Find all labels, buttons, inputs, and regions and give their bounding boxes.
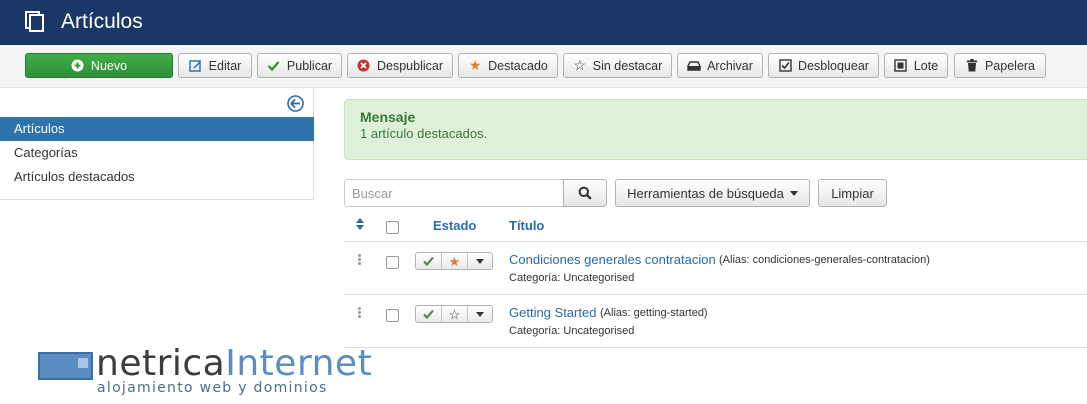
title-column-header[interactable]: Título	[509, 218, 544, 233]
publish-button[interactable]: Publicar	[257, 53, 342, 78]
new-button-label: Nuevo	[90, 58, 128, 73]
published-toggle[interactable]	[416, 253, 442, 269]
featured-button-label: Destacado	[488, 58, 548, 73]
row-checkbox[interactable]	[386, 256, 399, 269]
batch-button-label: Lote	[913, 58, 939, 73]
status-button-group: ★	[415, 252, 493, 270]
search-input[interactable]	[344, 179, 564, 207]
article-alias: (Alias: getting-started)	[600, 307, 708, 319]
logo-wordmark: netricaInternet	[96, 343, 373, 384]
star-icon: ★	[448, 253, 461, 269]
trash-button-label: Papelera	[984, 58, 1036, 73]
sidebar-item-categories[interactable]: Categorías	[0, 141, 314, 165]
unfeatured-button-label: Sin destacar	[592, 58, 663, 73]
toolbar: Nuevo Editar Publicar Despublicar ★ Dest…	[0, 45, 1087, 88]
archive-button[interactable]: Archivar	[677, 53, 763, 78]
message-heading: Mensaje	[360, 109, 416, 125]
edit-button[interactable]: Editar	[178, 53, 252, 78]
edit-icon	[189, 59, 203, 73]
featured-toggle[interactable]: ★	[442, 253, 468, 269]
clear-button[interactable]: Limpiar	[818, 179, 887, 207]
table-header: Estado Título	[344, 210, 1087, 242]
check-icon	[423, 309, 434, 319]
clear-button-label: Limpiar	[831, 185, 874, 201]
caret-down-icon	[476, 258, 484, 264]
page-title: Artículos	[61, 10, 143, 33]
search-tools-label: Herramientas de búsqueda	[627, 185, 784, 201]
logo-mark-accent	[78, 358, 88, 368]
article-category: Categoría: Uncategorised	[509, 325, 635, 337]
batch-button[interactable]: Lote	[884, 53, 948, 78]
trash-button[interactable]: Papelera	[954, 53, 1046, 78]
unfeatured-button[interactable]: ☆ Sin destacar	[563, 53, 672, 78]
archive-button-label: Archivar	[707, 58, 753, 73]
status-dropdown[interactable]	[468, 253, 492, 269]
article-category: Categoría: Uncategorised	[509, 272, 635, 284]
cancel-circle-icon	[357, 59, 371, 73]
check-icon	[423, 256, 434, 266]
table-row: ★ Condiciones generales contratacion (Al…	[344, 242, 1087, 295]
article-alias: (Alias: condiciones-generales-contrataci…	[719, 254, 930, 266]
caret-down-icon	[789, 190, 798, 196]
app-header: Artículos	[0, 0, 1087, 45]
unlock-button[interactable]: Desbloquear	[768, 53, 879, 78]
status-button-group: ☆	[415, 305, 493, 323]
search-button[interactable]	[563, 179, 607, 207]
netrica-logo: netricaInternet alojamiento web y domini…	[38, 343, 378, 400]
sidebar-item-articles[interactable]: Artículos	[0, 117, 314, 141]
edit-button-label: Editar	[208, 58, 242, 73]
article-title-link[interactable]: Condiciones generales contratacion	[509, 252, 716, 267]
archive-icon	[687, 59, 701, 73]
logo-tagline: alojamiento web y dominios	[97, 380, 328, 396]
square-icon	[894, 59, 908, 73]
search-icon	[578, 186, 592, 200]
star-empty-icon: ☆	[573, 57, 587, 73]
new-button[interactable]: Nuevo	[25, 53, 173, 78]
sidebar: Artículos Categorías Artículos destacado…	[0, 88, 314, 200]
article-title-link[interactable]: Getting Started	[509, 305, 596, 320]
unpublish-button-label: Despublicar	[376, 58, 443, 73]
unpublish-button[interactable]: Despublicar	[347, 53, 453, 78]
caret-down-icon	[476, 311, 484, 317]
check-icon	[267, 59, 281, 73]
status-dropdown[interactable]	[468, 306, 492, 322]
success-message: Mensaje 1 artículo destacados.	[344, 99, 1087, 160]
select-all-checkbox[interactable]	[386, 221, 399, 234]
drag-handle-icon[interactable]	[358, 254, 361, 265]
trash-icon	[965, 59, 979, 73]
published-toggle[interactable]	[416, 306, 442, 322]
plus-circle-icon	[71, 59, 85, 73]
featured-button[interactable]: ★ Destacado	[458, 53, 558, 78]
row-checkbox[interactable]	[386, 309, 399, 322]
drag-handle-icon[interactable]	[358, 307, 361, 318]
star-icon: ★	[468, 57, 482, 73]
unlock-button-label: Desbloquear	[798, 58, 869, 73]
star-empty-icon: ☆	[448, 306, 461, 322]
collapse-sidebar-icon[interactable]	[287, 95, 304, 112]
status-column-header[interactable]: Estado	[433, 218, 476, 233]
sort-icon[interactable]	[356, 218, 364, 230]
sidebar-item-featured-articles[interactable]: Artículos destacados	[0, 165, 314, 189]
table-row: ☆ Getting Started (Alias: getting-starte…	[344, 295, 1087, 348]
message-text: 1 artículo destacados.	[360, 126, 488, 141]
checkbox-icon	[778, 59, 792, 73]
search-tools-button[interactable]: Herramientas de búsqueda	[615, 179, 810, 207]
featured-toggle[interactable]: ☆	[442, 306, 468, 322]
publish-button-label: Publicar	[286, 58, 333, 73]
copy-icon	[25, 11, 44, 32]
